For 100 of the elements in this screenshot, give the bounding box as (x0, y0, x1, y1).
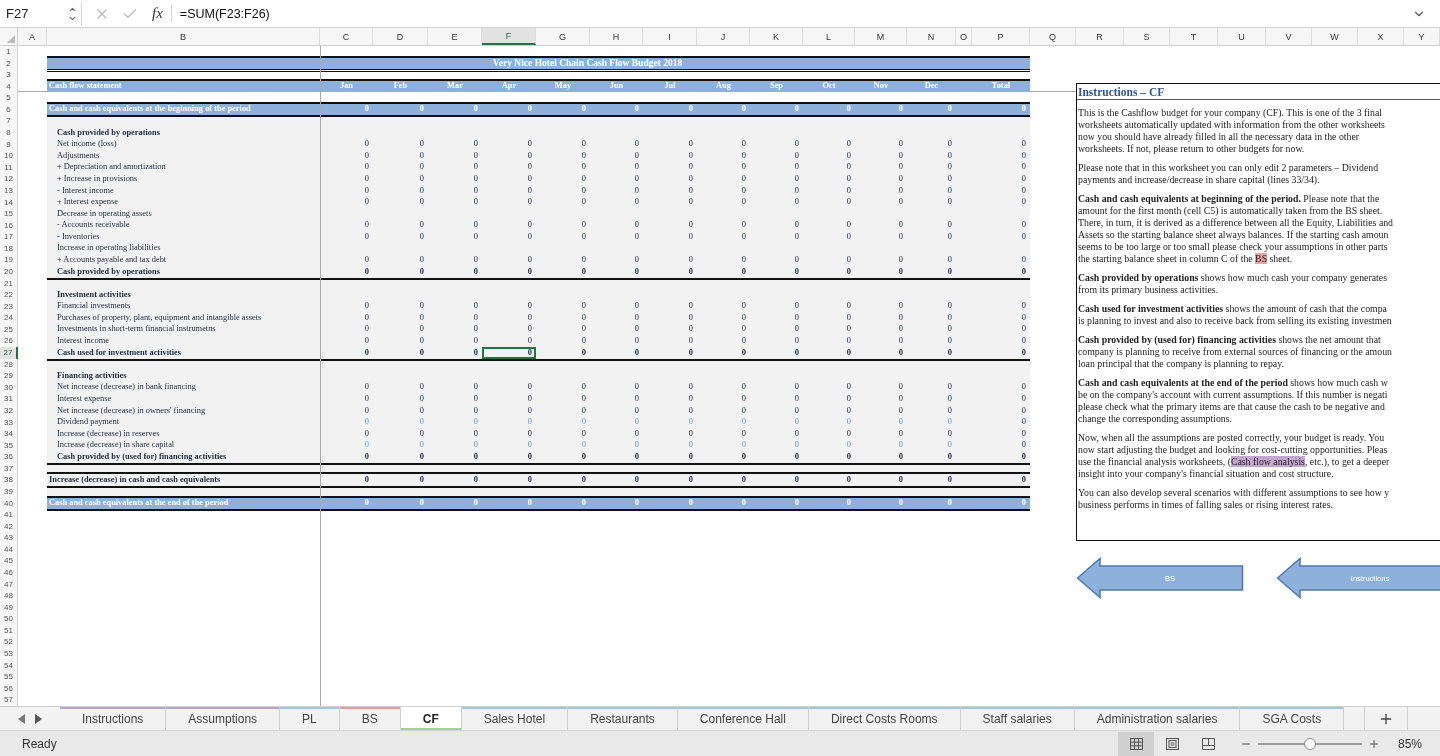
row-header[interactable]: 15 (0, 208, 18, 220)
value-cell-text: 0 (363, 312, 370, 324)
value-cell-text: 0 (897, 300, 904, 313)
value-cell-text: 0 (472, 300, 479, 313)
value-cell-text: 0 (740, 184, 747, 197)
value-cell-text: 0 (1020, 184, 1027, 197)
column-header[interactable]: P (972, 28, 1030, 45)
column-header[interactable]: H (590, 28, 643, 45)
column-header[interactable]: C (320, 28, 373, 45)
column-header[interactable]: F (482, 28, 536, 45)
row-header[interactable]: 3 (0, 69, 18, 81)
zoom-in-icon[interactable] (1368, 737, 1380, 750)
row-header[interactable]: 5 (0, 92, 18, 104)
column-header[interactable]: T (1170, 28, 1218, 45)
sheet-title: Very Nice Hotel Chain Cash Flow Budget 2018 (491, 58, 684, 69)
view-button[interactable] (1118, 731, 1154, 756)
row-header[interactable]: 45 (0, 555, 18, 567)
column-header[interactable]: W (1312, 28, 1358, 45)
value-cell-text: 0 (845, 381, 852, 394)
row-header[interactable]: 27 (0, 347, 18, 359)
value-cell-text: 0 (363, 103, 370, 116)
row-header[interactable]: 50 (0, 613, 18, 625)
column-header[interactable]: R (1076, 28, 1124, 45)
column-header[interactable]: J (697, 28, 750, 45)
row-header[interactable]: 55 (0, 671, 18, 683)
value-cell-text: 0 (793, 347, 800, 359)
row-header[interactable]: 57 (0, 694, 18, 706)
previous-sheet-icon[interactable] (18, 713, 25, 724)
value-cell-text: 0 (363, 335, 370, 348)
value-cell-text: 0 (740, 266, 747, 278)
value-cell-text: 0 (793, 416, 800, 429)
row-header[interactable]: 19 (0, 254, 18, 266)
value-cell-text: 0 (1020, 266, 1027, 278)
value-cell-text: 0 (472, 150, 479, 162)
value-cell-text: 0 (845, 335, 852, 348)
row-header[interactable]: 52 (0, 636, 18, 649)
column-header[interactable]: K (750, 28, 803, 45)
row-label: Cash and cash equivalents at the beginning of the period (48, 105, 252, 114)
row-header[interactable]: 26 (0, 335, 18, 348)
row-header[interactable]: 22 (0, 289, 18, 301)
name-box[interactable]: F27 (0, 1, 82, 26)
function-button[interactable]: fx (152, 5, 172, 22)
row-header[interactable]: 7 (0, 115, 18, 128)
value-cell-text: 0 (418, 428, 425, 440)
row-header[interactable]: 1 (0, 46, 18, 58)
column-header[interactable]: B (47, 28, 320, 45)
column-header[interactable]: I (643, 28, 697, 45)
row-header[interactable]: 29 (0, 370, 18, 382)
column-header[interactable]: M (855, 28, 907, 45)
value-cell-text: 0 (845, 196, 852, 209)
row-header[interactable]: 31 (0, 393, 18, 405)
column-label: Oct (821, 80, 837, 93)
row-header[interactable]: 8 (0, 127, 18, 139)
column-header[interactable]: O (956, 28, 972, 45)
value-cell-text: 0 (418, 266, 425, 278)
column-header[interactable]: A (18, 28, 47, 45)
row-header[interactable]: 24 (0, 312, 18, 324)
value-cell-text: 0 (740, 404, 747, 417)
value-cell-text: 0 (418, 138, 425, 151)
column-header[interactable]: U (1218, 28, 1266, 45)
next-sheet-icon[interactable] (35, 713, 42, 724)
sheet-link[interactable]: BS (1255, 252, 1268, 264)
row-header[interactable]: 12 (0, 173, 18, 185)
value-cell-text: 0 (687, 428, 694, 440)
zoom-thumb[interactable] (1304, 737, 1316, 750)
row-header[interactable]: 46 (0, 567, 18, 579)
row-header[interactable]: 41 (0, 509, 18, 521)
value-cell-text: 0 (687, 266, 694, 278)
row-label: - Accounts receivable (56, 221, 131, 230)
row-header[interactable]: 17 (0, 231, 18, 243)
row-header[interactable]: 36 (0, 451, 18, 463)
value-cell-text: 0 (740, 393, 747, 405)
column-header[interactable]: V (1266, 28, 1312, 45)
column-header[interactable]: G (536, 28, 590, 45)
column-header[interactable]: X (1358, 28, 1404, 45)
column-header[interactable]: S (1124, 28, 1170, 45)
row-header[interactable]: 53 (0, 648, 18, 660)
value-cell-text: 0 (687, 439, 694, 452)
formula-field[interactable]: =SUM(F23:F26) (171, 6, 1412, 21)
value-cell-text: 0 (580, 173, 587, 185)
row-header[interactable]: 10 (0, 150, 18, 162)
column-header[interactable]: N (907, 28, 956, 45)
row-label: Increase (decrease) in reserves (56, 429, 161, 439)
column-header[interactable]: L (803, 28, 855, 45)
instruction-paragraph: Cash provided by operations shows how much cash your company generates from its primary business activities. (1078, 271, 1388, 296)
column-header[interactable]: Q (1030, 28, 1076, 45)
column-header[interactable]: Y (1404, 28, 1440, 45)
row-header[interactable]: 43 (0, 532, 18, 544)
row-header[interactable]: 48 (0, 590, 18, 602)
row-header[interactable]: 38 (0, 474, 18, 486)
value-cell-text: 0 (740, 231, 747, 243)
value-cell-text: 0 (526, 196, 533, 209)
value-cell-text: 0 (363, 196, 370, 209)
value-cell-text: 0 (793, 254, 800, 266)
value-cell-text: 0 (897, 347, 904, 359)
value-cell-text: 0 (472, 381, 479, 394)
column-header[interactable]: D (373, 28, 428, 45)
sheet-tab[interactable]: CF (400, 707, 462, 730)
value-cell-text: 0 (633, 323, 640, 336)
row-header[interactable]: 34 (0, 428, 18, 440)
